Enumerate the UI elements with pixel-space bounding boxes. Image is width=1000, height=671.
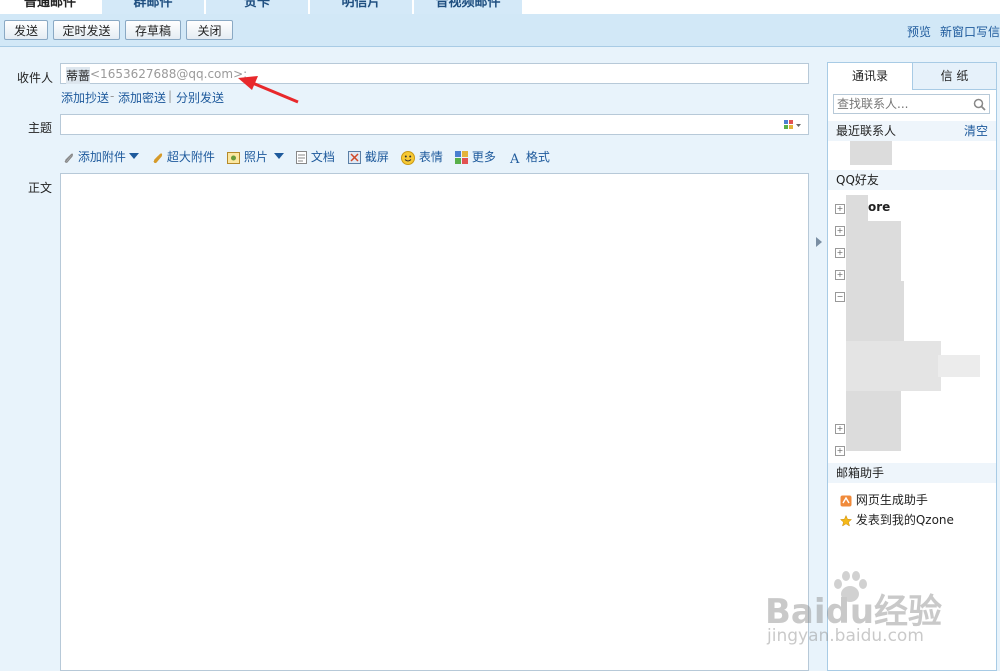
compose-type-tabs: 普通邮件 群邮件 贺卡 明信片 音视频邮件 bbox=[0, 0, 1000, 14]
body-editor[interactable] bbox=[60, 173, 809, 671]
mailbox-helper-header: 邮箱助手 bbox=[828, 463, 996, 483]
send-button[interactable]: 发送 bbox=[4, 20, 48, 40]
sidebar-tabs: 通讯录 信 纸 bbox=[828, 63, 996, 90]
attachment-label: 添加附件 bbox=[77, 150, 126, 164]
paperclip-icon bbox=[64, 153, 73, 163]
watermark-url: jingyan.baidu.com bbox=[767, 626, 924, 646]
sidebar-collapse-icon[interactable] bbox=[816, 237, 822, 247]
tab-group-mail[interactable]: 群邮件 bbox=[102, 0, 204, 14]
collapse-group-icon[interactable]: − bbox=[835, 292, 845, 302]
compose-toolbar: 发送 定时发送 存草稿 关闭 预览 新窗口写信 bbox=[0, 14, 1000, 47]
group-name-partial[interactable]: ore bbox=[868, 200, 890, 214]
recent-contacts-header: 最近联系人 清空 bbox=[828, 121, 996, 141]
emoji-tool[interactable]: 表情 bbox=[401, 148, 443, 165]
blurred-friend-list bbox=[938, 355, 980, 377]
bcc-separate-separator: | bbox=[168, 89, 173, 103]
webpage-helper-icon bbox=[840, 495, 852, 506]
emoji-label: 表情 bbox=[418, 150, 443, 164]
blurred-friend-list bbox=[846, 195, 868, 221]
qq-friends-label: QQ好友 bbox=[836, 173, 879, 187]
grid-icon bbox=[455, 151, 468, 164]
expand-group-icon[interactable]: + bbox=[835, 424, 845, 434]
blurred-friend-list bbox=[846, 221, 901, 281]
big-attachment-label: 超大附件 bbox=[166, 150, 215, 164]
subject-label: 主题 bbox=[28, 121, 53, 135]
photo-dropdown-icon[interactable] bbox=[273, 152, 285, 160]
subject-color-picker-icon[interactable] bbox=[784, 120, 802, 130]
new-window-link[interactable]: 新窗口写信 bbox=[940, 23, 1000, 40]
save-draft-button[interactable]: 存草稿 bbox=[125, 20, 181, 40]
tab-normal-mail[interactable]: 普通邮件 bbox=[0, 0, 100, 14]
blurred-recent-contact[interactable] bbox=[850, 141, 892, 165]
big-attachment-tool[interactable]: 超大附件 bbox=[151, 148, 215, 165]
more-label: 更多 bbox=[471, 150, 496, 164]
annotation-arrow-icon bbox=[238, 76, 299, 104]
format-label: 格式 bbox=[525, 150, 550, 164]
document-icon bbox=[296, 151, 307, 164]
photo-tool[interactable]: 照片 bbox=[227, 148, 268, 165]
tab-postcard[interactable]: 明信片 bbox=[310, 0, 412, 14]
body-label: 正文 bbox=[28, 181, 53, 195]
add-attachment-tool[interactable]: 添加附件 bbox=[62, 148, 126, 165]
format-tool[interactable]: A 格式 bbox=[509, 148, 550, 165]
helper-item-label: 发表到我的Qzone bbox=[855, 513, 954, 527]
helper-item-qzone[interactable]: 发表到我的Qzone bbox=[840, 511, 954, 528]
recipient-field[interactable]: 蒂蔷 <1653627688@qq.com>; bbox=[60, 63, 809, 84]
clear-recent-link[interactable]: 清空 bbox=[964, 121, 988, 141]
expand-group-icon[interactable]: + bbox=[835, 204, 845, 214]
separate-send-link[interactable]: 分别发送 bbox=[176, 89, 224, 106]
screenshot-icon bbox=[348, 151, 361, 164]
tab-video-mail[interactable]: 音视频邮件 bbox=[414, 0, 522, 14]
blurred-friend-list bbox=[846, 391, 901, 451]
tab-stationery[interactable]: 信 纸 bbox=[913, 63, 996, 89]
qzone-star-icon bbox=[840, 514, 852, 527]
add-cc-link[interactable]: 添加抄送 bbox=[61, 89, 109, 106]
preview-link[interactable]: 预览 bbox=[907, 23, 931, 40]
screenshot-tool[interactable]: 截屏 bbox=[348, 148, 389, 165]
more-tool[interactable]: 更多 bbox=[455, 148, 496, 165]
qq-friends-header: QQ好友 bbox=[828, 170, 996, 190]
recipient-email: <1653627688@qq.com>; bbox=[90, 67, 248, 81]
attachment-dropdown-icon[interactable] bbox=[128, 152, 140, 160]
contact-search-field[interactable] bbox=[833, 94, 990, 114]
expand-group-icon[interactable]: + bbox=[835, 270, 845, 280]
blurred-friend-list bbox=[846, 341, 941, 391]
tab-contacts[interactable]: 通讯录 bbox=[828, 63, 913, 90]
search-icon[interactable] bbox=[973, 98, 986, 111]
expand-group-icon[interactable]: + bbox=[835, 248, 845, 258]
photo-icon bbox=[227, 151, 240, 164]
big-paperclip-icon bbox=[153, 152, 163, 163]
smiley-icon bbox=[401, 150, 415, 165]
photo-label: 照片 bbox=[243, 150, 268, 164]
subject-field[interactable] bbox=[60, 114, 809, 135]
svg-text:A: A bbox=[509, 152, 520, 164]
mailbox-helper-label: 邮箱助手 bbox=[836, 466, 885, 480]
helper-item-webpage[interactable]: 网页生成助手 bbox=[840, 491, 928, 508]
expand-group-icon[interactable]: + bbox=[835, 226, 845, 236]
document-tool[interactable]: 文档 bbox=[296, 148, 335, 165]
tab-greeting-card[interactable]: 贺卡 bbox=[206, 0, 308, 14]
cc-bcc-separator: - bbox=[110, 89, 115, 103]
recipient-label: 收件人 bbox=[17, 71, 54, 85]
close-button[interactable]: 关闭 bbox=[186, 20, 233, 40]
screenshot-label: 截屏 bbox=[364, 150, 389, 164]
document-label: 文档 bbox=[310, 150, 335, 164]
add-bcc-link[interactable]: 添加密送 bbox=[118, 89, 166, 106]
recipient-name[interactable]: 蒂蔷 bbox=[66, 67, 91, 84]
text-format-icon: A bbox=[509, 152, 520, 164]
helper-item-label: 网页生成助手 bbox=[855, 493, 928, 507]
expand-group-icon[interactable]: + bbox=[835, 446, 845, 456]
contact-search-input[interactable] bbox=[837, 96, 967, 112]
blurred-friend-list bbox=[846, 281, 904, 341]
baidu-watermark: Baidu经验 jingyan.baidu.com bbox=[765, 570, 995, 660]
recent-contacts-label: 最近联系人 bbox=[836, 124, 897, 138]
schedule-send-button[interactable]: 定时发送 bbox=[53, 20, 120, 40]
